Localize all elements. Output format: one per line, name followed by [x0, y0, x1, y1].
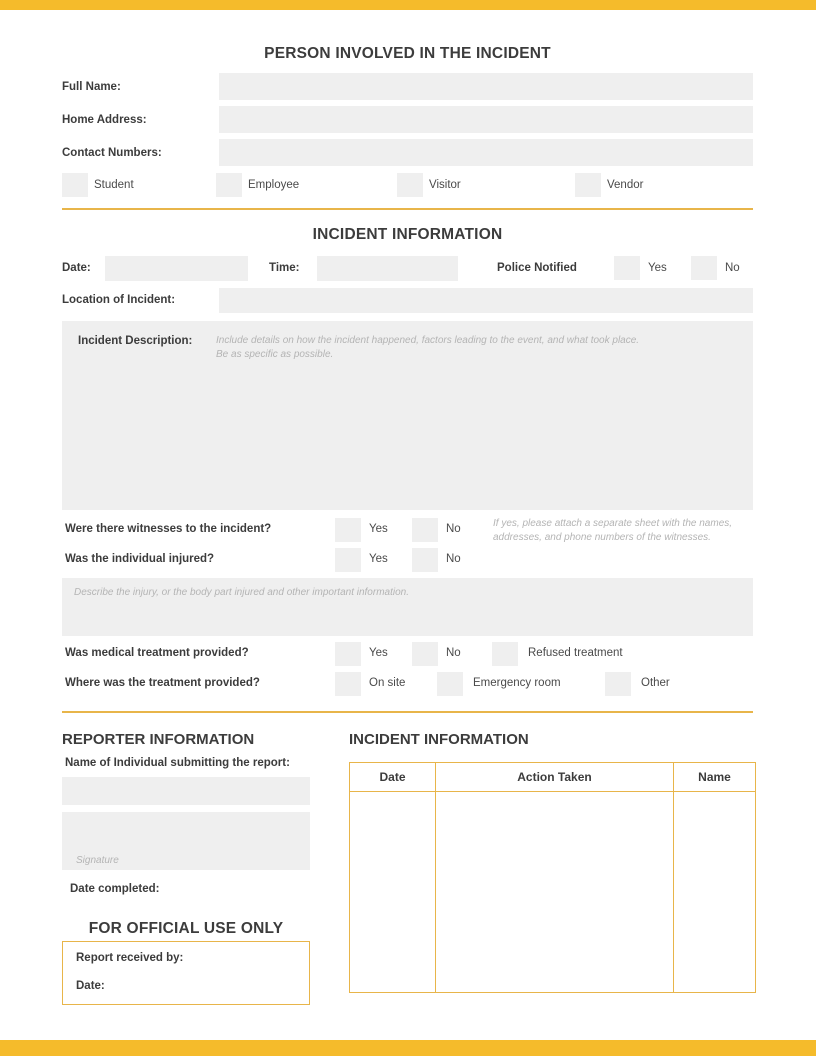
injury-description-hint: Describe the injury, or the body part in…	[74, 586, 674, 600]
action-taken-table: Date Action Taken Name	[349, 762, 756, 993]
table-cell-date[interactable]	[350, 792, 436, 993]
table-header-name: Name	[674, 763, 756, 792]
reporter-name-label: Name of Individual submitting the report…	[65, 757, 290, 769]
divider-incident-reporter	[62, 711, 753, 713]
divider-person-incident	[62, 208, 753, 210]
police-notified-label: Police Notified	[497, 262, 577, 274]
treatment-label-refused: Refused treatment	[528, 647, 623, 659]
incident-description-label: Incident Description:	[78, 335, 192, 347]
person-section-title: PERSON INVOLVED IN THE INCIDENT	[62, 45, 753, 63]
role-checkbox-student[interactable]	[62, 173, 88, 197]
injured-checkbox-no[interactable]	[412, 548, 438, 572]
treatment-checkbox-refused[interactable]	[492, 642, 518, 666]
location-of-incident-label: Location of Incident:	[62, 294, 175, 306]
reporter-name-input[interactable]	[62, 777, 310, 805]
table-row	[350, 792, 756, 993]
witness-question-label: Were there witnesses to the incident?	[65, 523, 271, 535]
role-checkbox-employee[interactable]	[216, 173, 242, 197]
table-cell-name[interactable]	[674, 792, 756, 993]
role-label-visitor: Visitor	[429, 179, 461, 191]
table-header-action-taken: Action Taken	[436, 763, 674, 792]
treatment-label-yes: Yes	[369, 647, 388, 659]
report-received-by-label: Report received by:	[76, 952, 183, 964]
treatment-checkbox-yes[interactable]	[335, 642, 361, 666]
where-treatment-question-label: Where was the treatment provided?	[65, 677, 260, 689]
injured-checkbox-yes[interactable]	[335, 548, 361, 572]
home-address-input[interactable]	[219, 106, 753, 133]
injured-label-yes: Yes	[369, 553, 388, 565]
incident-date-input[interactable]	[105, 256, 248, 281]
table-header-row: Date Action Taken Name	[350, 763, 756, 792]
full-name-label: Full Name:	[62, 81, 121, 93]
location-of-incident-input[interactable]	[219, 288, 753, 313]
where-checkbox-other[interactable]	[605, 672, 631, 696]
witness-hint: If yes, please attach a separate sheet w…	[493, 517, 758, 544]
witness-label-yes: Yes	[369, 523, 388, 535]
injured-question-label: Was the individual injured?	[65, 553, 214, 565]
incident-time-label: Time:	[269, 262, 299, 274]
incident-time-input[interactable]	[317, 256, 458, 281]
incident-report-form: PERSON INVOLVED IN THE INCIDENT Full Nam…	[0, 0, 816, 1056]
where-checkbox-onsite[interactable]	[335, 672, 361, 696]
role-label-vendor: Vendor	[607, 179, 643, 191]
contact-numbers-input[interactable]	[219, 139, 753, 166]
home-address-label: Home Address:	[62, 114, 147, 126]
official-use-title: FOR OFFICIAL USE ONLY	[62, 920, 310, 938]
role-checkbox-vendor[interactable]	[575, 173, 601, 197]
role-label-student: Student	[94, 179, 134, 191]
where-label-emergency-room: Emergency room	[473, 677, 561, 689]
official-use-box	[62, 941, 310, 1005]
reporter-section-title: REPORTER INFORMATION	[62, 731, 254, 748]
incident-description-hint: Include details on how the incident happ…	[216, 334, 716, 361]
witness-checkbox-no[interactable]	[412, 518, 438, 542]
witness-label-no: No	[446, 523, 461, 535]
role-label-employee: Employee	[248, 179, 299, 191]
role-checkbox-visitor[interactable]	[397, 173, 423, 197]
table-header-date: Date	[350, 763, 436, 792]
treatment-label-no: No	[446, 647, 461, 659]
official-date-label: Date:	[76, 980, 105, 992]
contact-numbers-label: Contact Numbers:	[62, 147, 162, 159]
where-checkbox-emergency-room[interactable]	[437, 672, 463, 696]
where-label-onsite: On site	[369, 677, 405, 689]
where-label-other: Other	[641, 677, 670, 689]
police-notified-checkbox-yes[interactable]	[614, 256, 640, 280]
treatment-checkbox-no[interactable]	[412, 642, 438, 666]
date-completed-label: Date completed:	[70, 883, 159, 895]
action-table-title: INCIDENT INFORMATION	[349, 731, 529, 748]
police-notified-checkbox-no[interactable]	[691, 256, 717, 280]
incident-section-title: INCIDENT INFORMATION	[62, 226, 753, 244]
injured-label-no: No	[446, 553, 461, 565]
police-notified-label-no: No	[725, 262, 740, 274]
treatment-question-label: Was medical treatment provided?	[65, 647, 249, 659]
reporter-signature-hint: Signature	[76, 854, 276, 868]
police-notified-label-yes: Yes	[648, 262, 667, 274]
incident-date-label: Date:	[62, 262, 91, 274]
full-name-input[interactable]	[219, 73, 753, 100]
table-cell-action-taken[interactable]	[436, 792, 674, 993]
witness-checkbox-yes[interactable]	[335, 518, 361, 542]
